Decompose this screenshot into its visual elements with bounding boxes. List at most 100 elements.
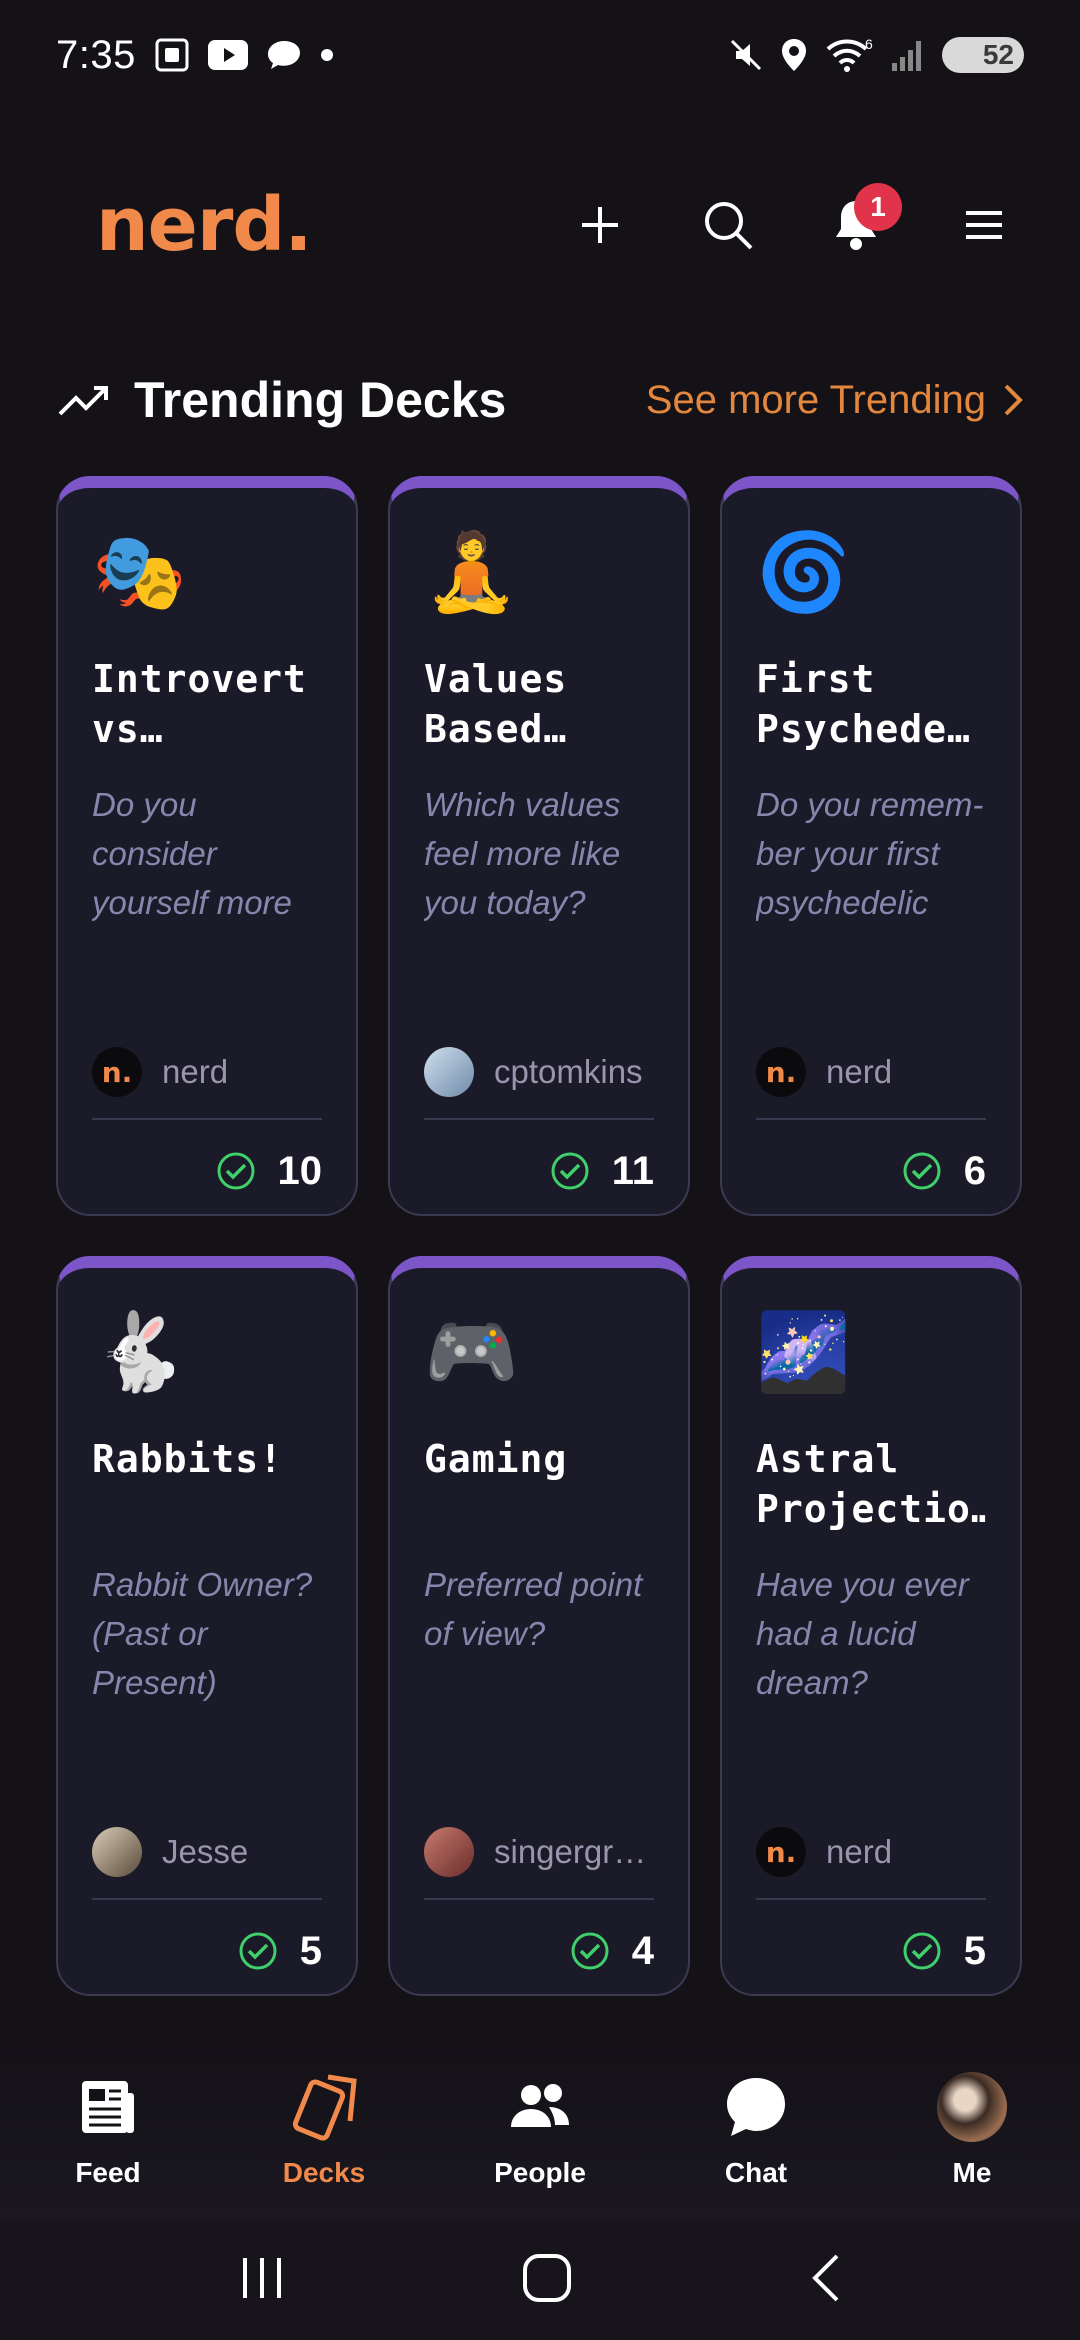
author-name: nerd bbox=[826, 1053, 893, 1090]
answer-count: 5 bbox=[238, 1916, 322, 1986]
author-name: nerd bbox=[826, 1833, 893, 1870]
divider bbox=[756, 1118, 986, 1120]
status-time: 7:35 bbox=[56, 32, 136, 77]
deck-title: Values Based… bbox=[424, 657, 568, 751]
section-title: Trending Decks bbox=[134, 372, 507, 428]
count-value: 5 bbox=[299, 1928, 322, 1973]
notifications-button[interactable]: 1 bbox=[820, 183, 902, 261]
check-circle-icon bbox=[551, 1152, 589, 1190]
deck-author[interactable]: Jesse bbox=[92, 1818, 322, 1886]
author-name: Jesse bbox=[162, 1833, 249, 1870]
deck-emoji: 🌀 bbox=[756, 530, 851, 615]
answer-count: 11 bbox=[550, 1136, 654, 1206]
divider bbox=[424, 1118, 654, 1120]
count-value: 5 bbox=[963, 1928, 986, 1973]
deck-card[interactable]: 🌌 Astral Projectio… Have you ever had a … bbox=[720, 1256, 1022, 1996]
battery-level: 52 bbox=[982, 39, 1014, 70]
hamburger-menu-icon bbox=[966, 211, 1002, 239]
add-button[interactable] bbox=[564, 189, 636, 261]
answer-count: 5 bbox=[902, 1916, 986, 1986]
nav-chat-label: Chat bbox=[724, 2157, 788, 2188]
search-button[interactable] bbox=[692, 189, 764, 261]
app-header: nerd. 1 bbox=[0, 170, 1080, 280]
check-circle-icon bbox=[903, 1152, 941, 1190]
nav-chat[interactable]: Chat bbox=[656, 2071, 856, 2189]
author-avatar: n. bbox=[92, 1047, 142, 1097]
deck-card[interactable]: 🎭 Introvert vs… Do you consider yourself… bbox=[56, 476, 358, 1216]
divider bbox=[756, 1898, 986, 1900]
author-avatar bbox=[424, 1047, 474, 1097]
author-name: singergr… bbox=[494, 1833, 647, 1870]
nav-me[interactable]: Me bbox=[872, 2071, 1072, 2189]
wifi-badge: 6 bbox=[865, 37, 873, 52]
deck-title: Introvert vs… bbox=[92, 657, 307, 751]
divider bbox=[424, 1898, 654, 1900]
app-logo[interactable]: nerd. bbox=[96, 182, 312, 268]
deck-card[interactable]: 🐇 Rabbits! Rabbit Owner? (Past or Presen… bbox=[56, 1256, 358, 1996]
nav-me-label: Me bbox=[952, 2157, 992, 2188]
location-icon bbox=[780, 37, 808, 73]
check-circle-icon bbox=[239, 1932, 277, 1970]
status-bar: 7:35 6 52 bbox=[0, 0, 1080, 110]
nav-feed[interactable]: Feed bbox=[8, 2071, 208, 2189]
recent-apps-button[interactable] bbox=[237, 2254, 287, 2307]
deck-author[interactable]: cptomkins bbox=[424, 1038, 654, 1106]
deck-emoji: 🧘 bbox=[424, 530, 519, 615]
count-value: 4 bbox=[631, 1928, 654, 1973]
deck-card[interactable]: 🧘 Values Based… Which values feel more l… bbox=[388, 476, 690, 1216]
author-avatar: n. bbox=[756, 1047, 806, 1097]
nav-people[interactable]: People bbox=[440, 2071, 640, 2189]
plus-icon bbox=[582, 207, 618, 243]
chevron-right-icon bbox=[1004, 384, 1023, 416]
answer-count: 6 bbox=[902, 1136, 986, 1206]
deck-title: Rabbits! bbox=[92, 1437, 284, 1481]
back-button[interactable] bbox=[807, 2252, 843, 2309]
deck-prompt: Have you ever had a lucid dream? bbox=[756, 1566, 969, 1701]
deck-author[interactable]: singergr… bbox=[424, 1818, 654, 1886]
deck-emoji: 🐇 bbox=[92, 1310, 187, 1395]
wifi-icon: 6 bbox=[824, 37, 874, 73]
deck-emoji: 🎮 bbox=[424, 1310, 519, 1395]
see-more-trending-link[interactable]: See more Trending bbox=[646, 378, 1024, 423]
author-avatar bbox=[92, 1827, 142, 1877]
see-more-label: See more Trending bbox=[645, 377, 986, 422]
deck-author[interactable]: n. nerd bbox=[92, 1038, 322, 1106]
menu-button[interactable] bbox=[948, 189, 1020, 261]
nav-feed-label: Feed bbox=[75, 2157, 141, 2188]
count-value: 6 bbox=[963, 1148, 986, 1193]
home-button[interactable] bbox=[521, 2252, 573, 2309]
bottom-navigation: Feed Decks People Chat Me bbox=[0, 2040, 1080, 2220]
deck-card[interactable]: 🎮 Gaming Preferred point of view? singer… bbox=[388, 1256, 690, 1996]
message-bubble-icon bbox=[266, 39, 302, 71]
chat-bubble-icon bbox=[723, 2071, 789, 2143]
home-icon bbox=[523, 2253, 571, 2302]
nav-decks-label: Decks bbox=[282, 2157, 366, 2188]
deck-card[interactable]: 🌀 First Psychede… Do you remem-ber your … bbox=[720, 476, 1022, 1216]
notification-badge: 1 bbox=[854, 183, 902, 231]
count-value: 11 bbox=[611, 1148, 654, 1193]
deck-emoji: 🌌 bbox=[756, 1310, 851, 1395]
deck-prompt: Do you remem-ber your first psychedelic … bbox=[756, 786, 984, 921]
deck-emoji: 🎭 bbox=[92, 530, 187, 615]
author-avatar: n. bbox=[756, 1827, 806, 1877]
deck-prompt: Which values feel more like you today? bbox=[424, 786, 621, 921]
deck-author[interactable]: n. nerd bbox=[756, 1818, 986, 1886]
check-circle-icon bbox=[571, 1932, 609, 1970]
battery-indicator: 52 bbox=[942, 37, 1024, 73]
profile-avatar bbox=[937, 2072, 1007, 2142]
search-icon bbox=[705, 202, 753, 250]
recent-apps-icon bbox=[243, 2257, 281, 2298]
deck-author[interactable]: n. nerd bbox=[756, 1038, 986, 1106]
cards-icon bbox=[284, 2071, 364, 2143]
deck-prompt: Do you consider yourself more of an intr… bbox=[92, 786, 292, 921]
nav-decks[interactable]: Decks bbox=[224, 2071, 424, 2189]
divider bbox=[92, 1118, 322, 1120]
deck-prompt: Rabbit Owner? (Past or Present) bbox=[92, 1566, 313, 1701]
check-circle-icon bbox=[903, 1932, 941, 1970]
deck-grid: 🎭 Introvert vs… Do you consider yourself… bbox=[56, 476, 1024, 1996]
mute-icon bbox=[728, 37, 764, 73]
trending-up-icon bbox=[58, 386, 108, 416]
author-name: nerd bbox=[162, 1053, 229, 1090]
deck-prompt: Preferred point of view? bbox=[424, 1566, 643, 1652]
author-name: cptomkins bbox=[494, 1053, 643, 1090]
